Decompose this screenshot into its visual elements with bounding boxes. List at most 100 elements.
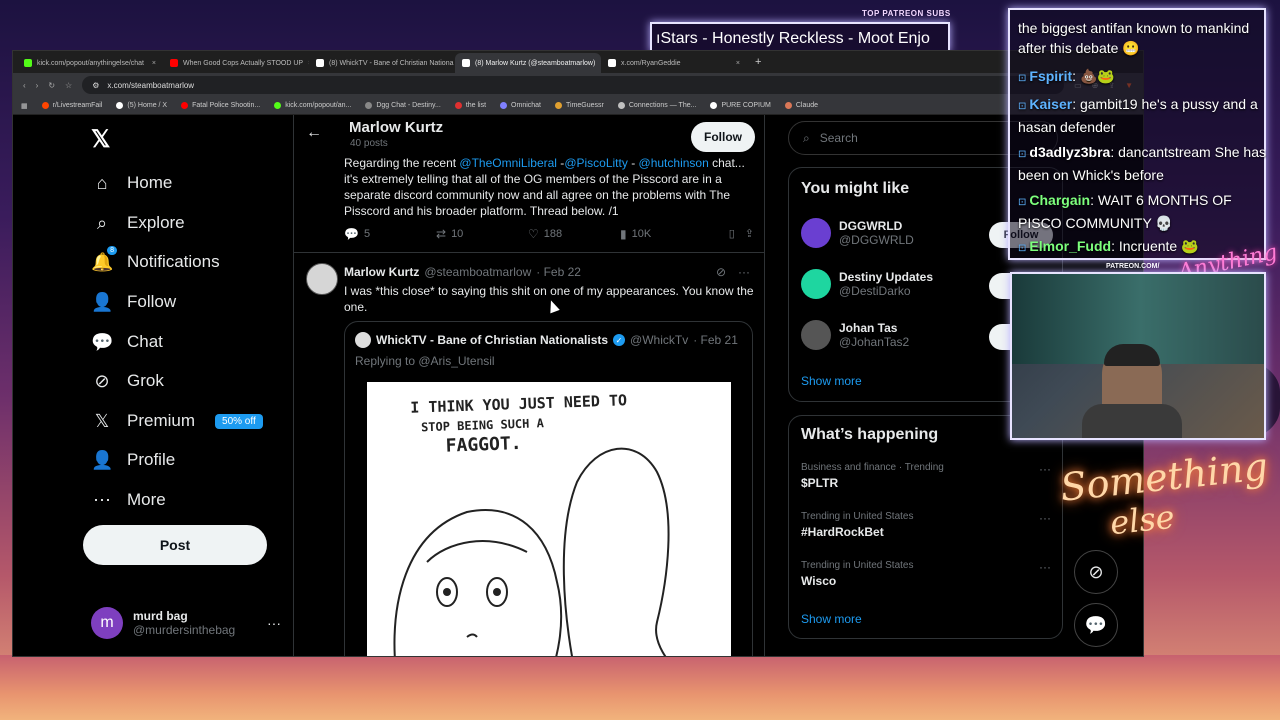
url-text: x.com/steamboatmarlow: [107, 80, 195, 90]
heart-icon: ♡: [528, 227, 539, 241]
messages-fab-icon[interactable]: 💬: [1074, 603, 1118, 647]
bookmark-item[interactable]: Claude: [784, 102, 818, 109]
author-handle[interactable]: @steamboatmarlow: [424, 265, 531, 279]
nav-home[interactable]: ⌂ Home: [91, 170, 173, 196]
premium-icon: 𝕏: [94, 410, 110, 431]
bookmark-item[interactable]: Connections — The...: [617, 102, 696, 109]
mention-link[interactable]: @hutchinson: [639, 156, 709, 170]
bookmark-item[interactable]: (5) Home / X: [116, 102, 167, 109]
nav-explore[interactable]: ⌕ Explore: [91, 210, 185, 236]
bookmark-item[interactable]: the list: [454, 102, 486, 109]
top-patreon-subs-label: TOP PATREON SUBS: [862, 9, 951, 18]
chat-icon: 💬: [91, 331, 114, 352]
nav-label: Explore: [127, 213, 185, 232]
bookmark-label: (5) Home / X: [127, 102, 168, 109]
suggested-user[interactable]: Destiny Updates @DestiDarko: [801, 269, 933, 299]
trend-item[interactable]: Business and finance · Trending $PLTR ···: [801, 462, 1051, 490]
show-more-link[interactable]: Show more: [801, 374, 862, 388]
views-button[interactable]: ▮ 10K: [620, 227, 712, 241]
nav-chat[interactable]: 💬 Chat: [91, 329, 163, 355]
account-switcher[interactable]: m murd bag @murdersinthebag ···: [91, 603, 281, 643]
nav-label: Notifications: [127, 252, 220, 271]
nav-more[interactable]: ⋯ More: [91, 487, 166, 513]
bookmark-icon[interactable]: ☆: [65, 81, 72, 90]
suggested-user[interactable]: Johan Tas @JohanTas2: [801, 320, 909, 350]
like-button[interactable]: ♡ 188: [528, 227, 620, 241]
browser-tab[interactable]: (8) Marlow Kurtz (@steamboatmarlow)×: [455, 53, 601, 73]
favicon-icon: [500, 102, 508, 109]
quote-author-handle: @WhickTv: [630, 333, 689, 347]
nav-follow[interactable]: 👤 Follow: [91, 289, 176, 315]
trend-topic: Wisco: [801, 574, 837, 588]
back-arrow-icon[interactable]: ‹: [23, 81, 26, 90]
grok-fab-icon[interactable]: ⊘: [1074, 550, 1118, 594]
bookmark-item[interactable]: Fatal Police Shootin...: [181, 102, 260, 109]
more-dots-icon[interactable]: ···: [1039, 462, 1051, 476]
bookmark-item[interactable]: r/LivestreamFail: [41, 102, 102, 109]
comic-image[interactable]: I THINK YOU JUST NEED TO STOP BEING SUCH…: [367, 382, 731, 656]
bookmark-item[interactable]: Omnichat: [500, 102, 541, 109]
share-icon[interactable]: ⇪: [745, 227, 754, 241]
nav-label: Grok: [127, 371, 164, 390]
follow-button[interactable]: Follow: [691, 122, 755, 152]
bookmark-icon[interactable]: ▯: [729, 227, 735, 241]
more-dots-icon[interactable]: ···: [738, 265, 750, 279]
profile-name: Marlow Kurtz: [349, 119, 444, 136]
more-dots-icon[interactable]: ···: [1039, 511, 1051, 525]
reply-count: 5: [363, 228, 371, 240]
avatar[interactable]: [306, 263, 338, 295]
chat-message: ⊡ d3adlyz3bra: dancantstream She has been…: [1018, 142, 1268, 185]
more-dots-icon[interactable]: ···: [267, 615, 281, 631]
new-tab-button[interactable]: +: [755, 56, 761, 68]
chat-username: Kaiser: [1029, 96, 1073, 112]
repost-button[interactable]: ⇄ 10: [436, 227, 528, 241]
view-count: 10K: [631, 228, 652, 240]
nav-profile[interactable]: 👤 Profile: [91, 447, 175, 473]
browser-tab[interactable]: x.com/RyanGeddie ×: [601, 53, 747, 73]
reply-icon: 💬: [344, 227, 359, 241]
mention-link[interactable]: @TheOmniLiberal: [459, 156, 557, 170]
x-logo-icon[interactable]: 𝕏: [91, 125, 110, 154]
apps-icon[interactable]: ▦: [21, 102, 28, 110]
mention-link[interactable]: @PiscoLitty: [564, 156, 628, 170]
bookmark-label: Dgg Chat - Destiny...: [376, 102, 441, 109]
back-arrow-icon[interactable]: ←: [306, 124, 322, 142]
chat-username: Chargain: [1029, 192, 1091, 208]
favicon-icon: [365, 102, 373, 109]
suggested-user[interactable]: DGGWRLD @DGGWRLD: [801, 218, 914, 248]
profile-header: ← Marlow Kurtz 40 posts Follow: [294, 115, 764, 155]
bookmark-item[interactable]: PURE COPIUM: [710, 102, 771, 109]
grok-icon[interactable]: ⊘: [716, 265, 726, 279]
twitch-icon: ⊡: [1018, 197, 1027, 208]
browser-tab[interactable]: (8) WhickTV - Bane of Christian Nationa×: [309, 53, 455, 73]
bookmark-item[interactable]: Dgg Chat - Destiny...: [365, 102, 441, 109]
forward-arrow-icon[interactable]: ›: [36, 81, 39, 90]
close-icon[interactable]: ×: [152, 60, 156, 67]
user-handle: @DGGWRLD: [839, 233, 914, 247]
reload-icon[interactable]: ↻: [48, 81, 55, 90]
address-bar: ‹ › ↻ ☆ ⚙ x.com/steamboatmarlow ▭ ⊕ ⇪ ▼: [13, 73, 1143, 97]
trend-item[interactable]: Trending in United States #HardRockBet ···: [801, 511, 1051, 539]
tab-label: (8) Marlow Kurtz (@steamboatmarlow): [475, 59, 596, 67]
more-dots-icon[interactable]: ···: [1039, 560, 1051, 574]
post-actions: 💬 5 ⇄ 10 ♡ 188 ▮ 10K ▯ ⇪: [344, 227, 754, 241]
nav-premium[interactable]: 𝕏 Premium 50% off: [91, 408, 263, 434]
post-button[interactable]: Post: [83, 525, 267, 565]
bookmark-item[interactable]: TimeGuessr: [555, 102, 604, 109]
avatar: [355, 332, 371, 348]
close-icon[interactable]: ×: [736, 60, 740, 67]
nav-notifications[interactable]: 🔔 8 Notifications: [91, 245, 220, 275]
browser-tab[interactable]: kick.com/popout/anythingelse/chat ×: [17, 53, 163, 73]
url-field[interactable]: ⚙ x.com/steamboatmarlow: [82, 76, 1065, 94]
bookmark-item[interactable]: kick.com/popout/an...: [274, 102, 351, 109]
browser-tab[interactable]: When Good Cops Actually STOOD UP×: [163, 53, 309, 73]
nav-grok[interactable]: ⊘ Grok: [91, 368, 164, 394]
post-date[interactable]: · Feb 22: [536, 265, 581, 279]
quoted-post[interactable]: WhickTV - Bane of Christian Nationalists…: [344, 321, 753, 656]
site-info-icon[interactable]: ⚙: [92, 81, 99, 90]
reply-button[interactable]: 💬 5: [344, 227, 436, 241]
quote-header: WhickTV - Bane of Christian Nationalists…: [355, 332, 738, 348]
author-name[interactable]: Marlow Kurtz: [344, 265, 419, 279]
show-more-link[interactable]: Show more: [801, 612, 862, 626]
trend-item[interactable]: Trending in United States Wisco ···: [801, 560, 1051, 588]
